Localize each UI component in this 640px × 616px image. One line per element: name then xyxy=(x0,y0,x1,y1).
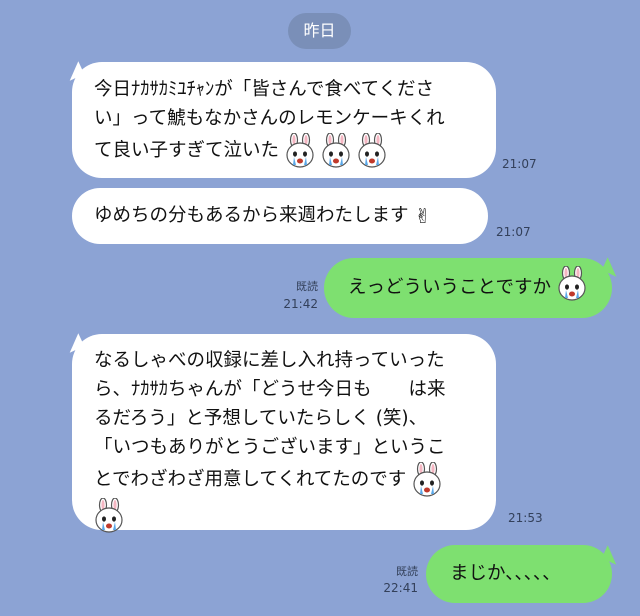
message-bubble[interactable]: えっどういうことですか xyxy=(324,258,612,318)
message-line: とでわざわざ用意してくれてたのです xyxy=(94,462,474,498)
crying-bunny-icon xyxy=(321,133,351,169)
message-line-text: えっどういうことですか xyxy=(348,277,551,298)
message-time: 22:41 xyxy=(383,581,418,595)
crying-bunny-icon xyxy=(412,462,442,498)
message-bubble[interactable]: なるしゃべの収録に差し入れ持っていった ら、ﾅｶｻｶちゃんが「どうせ今日も は来… xyxy=(72,334,496,530)
question-bunny-icon xyxy=(557,266,587,302)
message-bubble[interactable]: 今日ﾅｶｻｶﾐﾕﾁｬﾝが「皆さんで食べてくださ い」って鯱もなかさんのレモンケー… xyxy=(72,62,496,178)
message-line: まじか、、、、、 xyxy=(450,563,561,584)
message-line: い」って鯱もなかさんのレモンケーキくれ xyxy=(94,108,445,129)
message-time: 21:07 xyxy=(502,157,537,171)
message-line: ら、ﾅｶｻｶちゃんが「どうせ今日も は来 xyxy=(94,379,446,400)
message-line: ゆめちの分もあるから来週わたします ✌ xyxy=(94,201,466,231)
victory-hand-icon: ✌ xyxy=(414,203,432,228)
message-bubble[interactable]: ゆめちの分もあるから来週わたします ✌ xyxy=(72,188,488,244)
crying-bunny-icon xyxy=(285,133,315,169)
date-divider: 昨日 xyxy=(288,13,351,49)
message-time: 21:53 xyxy=(508,511,543,525)
crying-bunny-icon xyxy=(94,498,124,534)
message-line-text: とでわざわざ用意してくれてたのです xyxy=(94,469,407,490)
message-time: 21:42 xyxy=(283,297,318,311)
crying-bunny-icon xyxy=(357,133,387,169)
message-bubble[interactable]: まじか、、、、、 xyxy=(426,545,612,603)
message-line-text: ゆめちの分もあるから来週わたします xyxy=(94,205,409,226)
read-receipt: 既読 xyxy=(296,280,318,293)
message-line: えっどういうことですか xyxy=(348,273,588,302)
message-line: 「いつもありがとうございます」というこ xyxy=(94,437,446,458)
message-line: て良い子すぎて泣いた xyxy=(94,133,474,169)
message-line xyxy=(94,498,474,534)
message-line: なるしゃべの収録に差し入れ持っていった xyxy=(94,350,445,371)
read-receipt: 既読 xyxy=(396,565,418,578)
message-time: 21:07 xyxy=(496,225,531,239)
message-line: 今日ﾅｶｻｶﾐﾕﾁｬﾝが「皆さんで食べてくださ xyxy=(94,79,435,100)
message-line: るだろう」と予想していたらしく (笑)、 xyxy=(94,408,428,429)
message-line-text: て良い子すぎて泣いた xyxy=(94,140,280,161)
